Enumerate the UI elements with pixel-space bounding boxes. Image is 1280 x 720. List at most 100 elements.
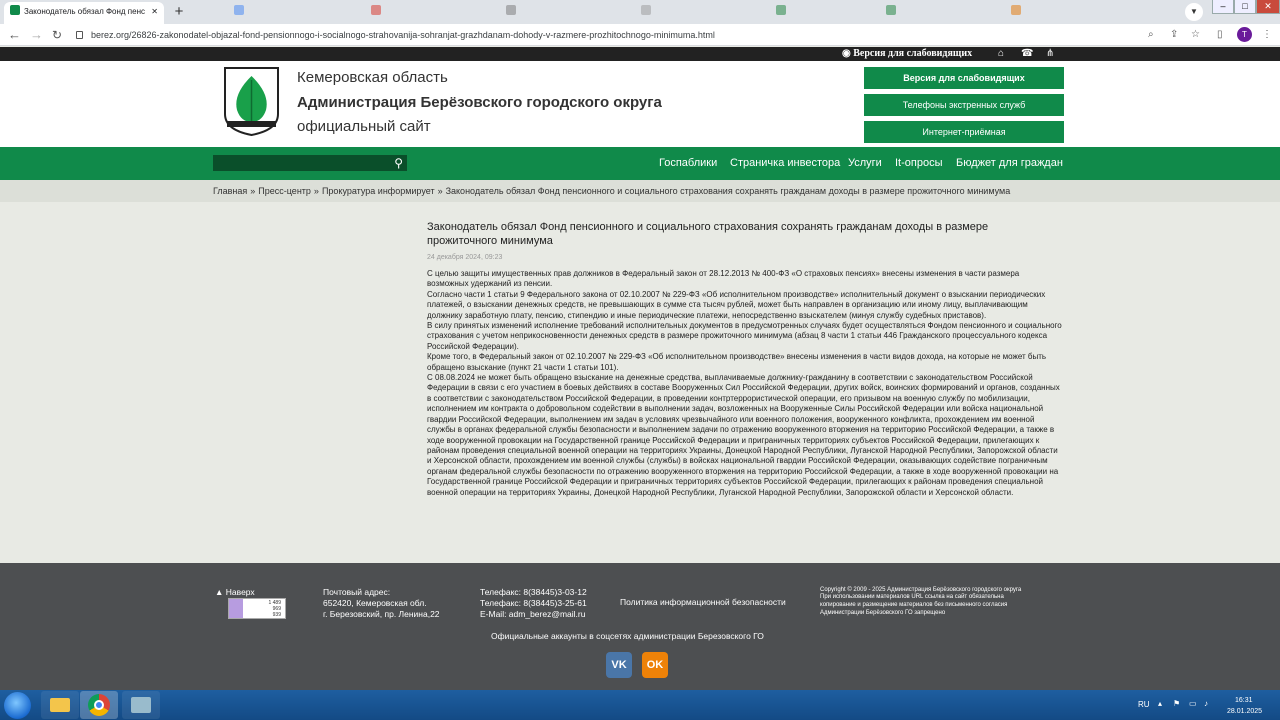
article-title: Законодатель обязал Фонд пенсионного и с… xyxy=(427,221,989,247)
side-panel-icon[interactable]: ▯ xyxy=(1217,28,1223,42)
volume-icon[interactable]: ♪ xyxy=(1204,699,1208,709)
url-field[interactable]: berez.org/26826-zakonodatel-objazal-fond… xyxy=(76,26,1136,44)
sitemap-icon[interactable]: ⋔ xyxy=(1046,47,1054,61)
phone-icon[interactable]: ☎ xyxy=(1021,47,1033,61)
home-icon[interactable]: ⌂ xyxy=(998,47,1004,61)
profile-avatar[interactable]: T xyxy=(1237,27,1252,42)
browser-tab[interactable] xyxy=(770,2,880,24)
browser-tab-active[interactable]: Законодатель обязал Фонд пенс ✕ xyxy=(4,2,164,24)
browser-tab[interactable] xyxy=(635,2,765,24)
eye-icon: ◉ xyxy=(842,48,854,59)
article-date: 24 декабря 2024, 09:23 xyxy=(427,254,503,261)
browser-tab[interactable] xyxy=(1005,2,1115,24)
emergency-phones-button[interactable]: Телефоны экстренных служб xyxy=(864,94,1064,116)
breadcrumb-current: Законодатель обязал Фонд пенсионного и с… xyxy=(445,186,1011,196)
breadcrumb-home[interactable]: Главная xyxy=(213,186,247,196)
reload-icon[interactable]: ↻ xyxy=(52,27,62,43)
tab-favicon-icon xyxy=(506,5,516,15)
social-caption: Официальные аккаунты в соцсетях админист… xyxy=(491,631,764,641)
site-top-strip: ◉ Версия для слабовидящих ⌂ ☎ ⋔ xyxy=(0,47,1280,61)
address-line: г. Березовский, пр. Ленина,22 xyxy=(323,609,440,619)
browser-tab[interactable] xyxy=(365,2,495,24)
copyright-line: копирование и размещение материалов без … xyxy=(820,602,1008,608)
article-paragraph: Кроме того, в Федеральный закон от 02.10… xyxy=(427,352,1047,372)
tab-favicon-icon xyxy=(234,5,244,15)
nav-item-budget[interactable]: Бюджет для граждан xyxy=(956,157,1063,170)
explorer-icon[interactable] xyxy=(41,691,79,719)
bookmark-star-icon[interactable]: ☆ xyxy=(1191,28,1200,42)
windows-taskbar: RU ▴ ⚑ ▭ ♪ 16:31 28.01.2025 xyxy=(0,690,1280,720)
coat-of-arms-logo[interactable] xyxy=(223,66,280,136)
tray-chevron-icon[interactable]: ▴ xyxy=(1158,699,1162,709)
browser-tab-bar: Законодатель обязал Фонд пенс ✕ + ▼ – □ ✕ xyxy=(0,0,1280,24)
visit-counter[interactable]: 1 489 969 939 xyxy=(228,598,286,619)
counter-value: 939 xyxy=(272,612,281,618)
lock-icon xyxy=(76,31,83,39)
back-to-top-label: Наверх xyxy=(225,587,255,597)
tab-title: Законодатель обязал Фонд пенс xyxy=(24,7,146,16)
copyright-line: При использовании материалов URL ссылка … xyxy=(820,594,1004,600)
share-icon[interactable]: ⇪ xyxy=(1170,28,1178,42)
administration-name: Администрация Берёзовского городского ок… xyxy=(297,94,662,111)
phone-line: Телефакс: 8(38445)3-03-12 xyxy=(480,587,587,597)
app-icon[interactable] xyxy=(122,691,160,719)
search-icon[interactable]: ⚲ xyxy=(394,156,403,170)
nav-item-it-polls[interactable]: It-опросы xyxy=(895,157,943,170)
internet-reception-button[interactable]: Интернет-приёмная xyxy=(864,121,1064,143)
nav-item-investor[interactable]: Страничка инвестора xyxy=(730,157,840,170)
email-link[interactable]: E-Mail: adm_berez@mail.ru xyxy=(480,609,585,619)
article-body: С целью защиты имущественных прав должни… xyxy=(427,269,1062,498)
article-paragraph: Согласно части 1 статьи 9 Федерального з… xyxy=(427,289,1046,320)
tab-favicon-icon xyxy=(1011,5,1021,15)
vk-icon[interactable]: VK xyxy=(606,652,632,678)
vision-label: Версия для слабовидящих xyxy=(853,48,973,59)
address-bar: ← → ↻ berez.org/26826-zakonodatel-objaza… xyxy=(0,24,1280,46)
browser-tab[interactable] xyxy=(500,2,630,24)
breadcrumb-press-center[interactable]: Пресс-центр xyxy=(258,186,311,196)
url-text: berez.org/26826-zakonodatel-objazal-fond… xyxy=(91,30,715,40)
back-arrow-icon[interactable]: ← xyxy=(8,27,21,43)
tab-favicon-icon xyxy=(371,5,381,15)
main-nav: ⚲ Госпаблики Страничка инвестора Услуги … xyxy=(0,147,1280,180)
back-to-top-link[interactable]: ▲ Наверх xyxy=(215,587,255,597)
clock-time[interactable]: 16:31 xyxy=(1235,696,1253,706)
menu-dots-icon[interactable]: ⋮ xyxy=(1262,28,1272,42)
nav-item-services[interactable]: Услуги xyxy=(848,157,882,170)
nav-item-gospabliki[interactable]: Госпаблики xyxy=(659,157,717,170)
article-paragraph: В силу принятых изменений исполнение тре… xyxy=(427,321,1062,351)
article-area: Законодатель обязал Фонд пенсионного и с… xyxy=(0,202,1280,563)
address-line: 652420, Кемеровская обл. xyxy=(323,598,427,608)
zoom-icon[interactable]: ⌕ xyxy=(1148,28,1154,42)
counter-logo-icon xyxy=(229,599,243,618)
address-label: Почтовый адрес: xyxy=(323,587,391,597)
language-indicator[interactable]: RU xyxy=(1138,700,1150,710)
close-window-button[interactable]: ✕ xyxy=(1256,0,1280,14)
clock-date[interactable]: 28.01.2025 xyxy=(1227,707,1262,717)
network-icon[interactable]: ▭ xyxy=(1189,699,1197,709)
chrome-icon[interactable] xyxy=(80,691,118,719)
site-header: Кемеровская область Администрация Берёзо… xyxy=(0,61,1280,147)
vision-link[interactable]: ◉ Версия для слабовидящих xyxy=(842,48,972,60)
tab-search-chevron-icon[interactable]: ▼ xyxy=(1185,3,1203,21)
odnoklassniki-icon[interactable]: OK xyxy=(642,652,668,678)
minimize-button[interactable]: – xyxy=(1212,0,1234,14)
article-paragraph: С 08.08.2024 не может быть обращено взыс… xyxy=(427,373,1060,497)
breadcrumb: Главная» Пресс-центр» Прокуратура информир… xyxy=(0,180,1280,202)
article-paragraph: С целью защиты имущественных прав должни… xyxy=(427,269,1020,289)
security-policy-link[interactable]: Политика информационной безопасности xyxy=(620,597,786,607)
breadcrumb-prosecutor[interactable]: Прокуратура информирует xyxy=(322,186,435,196)
copyright-line: Администрации Берёзовского ГО запрещено xyxy=(820,610,946,616)
official-site-label: официальный сайт xyxy=(297,118,431,135)
tab-favicon-icon xyxy=(886,5,896,15)
browser-tab[interactable] xyxy=(880,2,1000,24)
new-tab-button[interactable]: + xyxy=(170,3,188,21)
tab-favicon-icon xyxy=(776,5,786,15)
close-tab-icon[interactable]: ✕ xyxy=(151,2,158,22)
start-button[interactable] xyxy=(4,692,31,719)
vision-version-button[interactable]: Версия для слабовидящих xyxy=(864,67,1064,89)
flag-icon[interactable]: ⚑ xyxy=(1173,699,1180,709)
browser-tab[interactable] xyxy=(228,2,358,24)
maximize-button[interactable]: □ xyxy=(1234,0,1256,14)
forward-arrow-icon[interactable]: → xyxy=(30,27,43,43)
search-input[interactable]: ⚲ xyxy=(213,155,407,171)
